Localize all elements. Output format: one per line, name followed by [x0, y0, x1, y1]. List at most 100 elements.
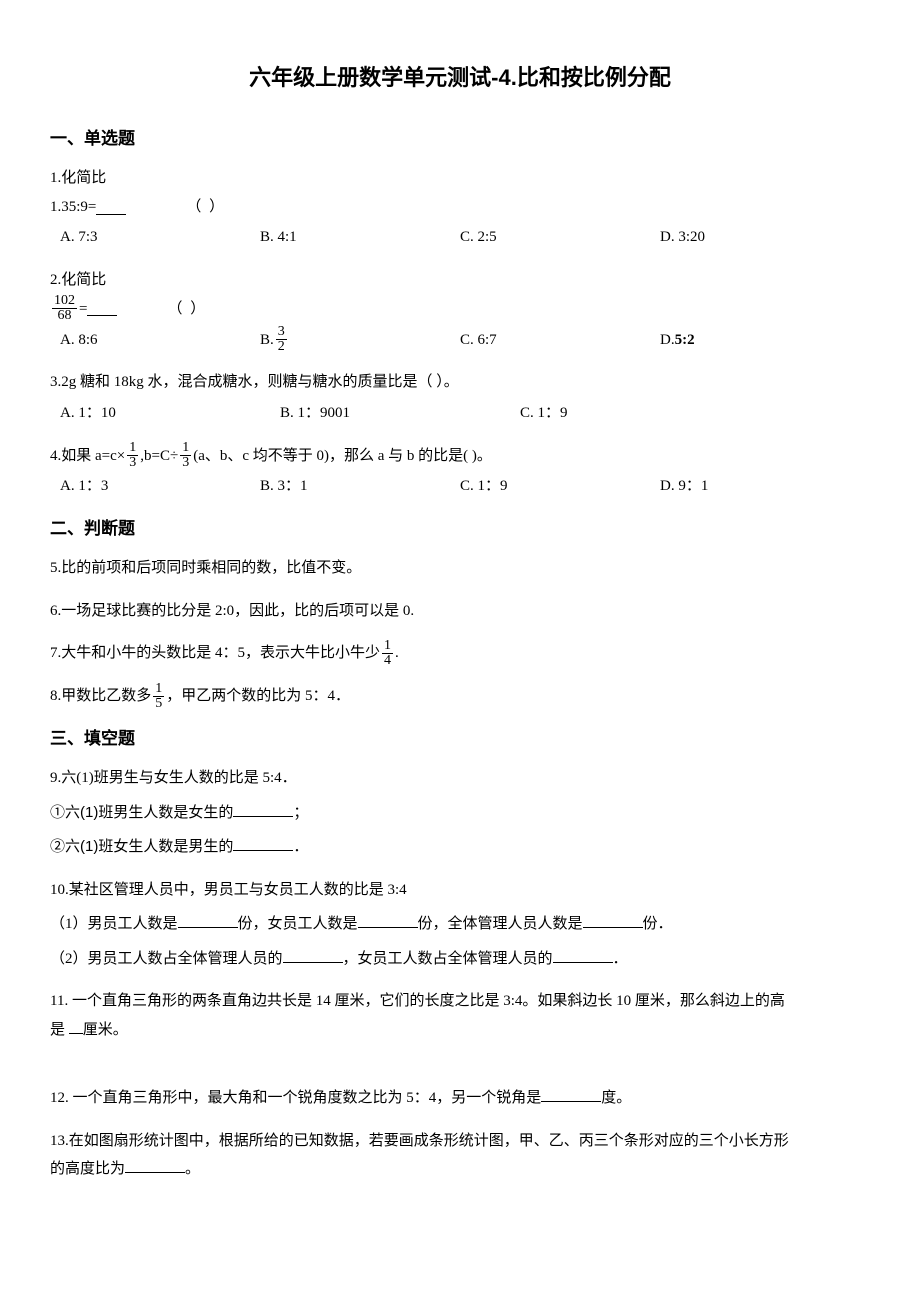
q9-sub2-pre: ②六(1)班女生人数是男生的	[50, 838, 233, 855]
frac-den: 3	[180, 456, 191, 470]
frac-den: 68	[56, 309, 74, 323]
q3-opt-a: A. 1：10	[60, 399, 280, 428]
q3-opt-b: B. 1：9001	[280, 399, 520, 428]
q8-pre: 8.甲数比乙数多	[50, 682, 151, 711]
q1-opt-a: A. 7:3	[60, 223, 260, 252]
q13-line1: 13.在如图扇形统计图中，根据所给的已知数据，若要画成条形统计图，甲、乙、丙三个…	[50, 1127, 870, 1156]
q13-l2-pre: 的高度比为	[50, 1161, 125, 1177]
question-10: 10.某社区管理人员中，男员工与女员工人数的比是 3:4 （1）男员工人数是份，…	[50, 876, 870, 974]
blank	[178, 913, 238, 928]
frac-num: 1	[180, 441, 191, 456]
question-12: 12. 一个直角三角形中，最大角和一个锐角度数之比为 5：4，另一个锐角是度。	[50, 1084, 870, 1113]
q9-sub2: ②六(1)班女生人数是男生的 ．	[50, 833, 870, 862]
blank	[541, 1087, 601, 1102]
q10-s1d: 份．	[643, 916, 673, 932]
frac-num: 3	[276, 325, 287, 340]
question-5: 5.比的前项和后项同时乘相同的数，比值不变。	[50, 554, 870, 583]
q2-b-frac: 3 2	[276, 325, 287, 354]
blank	[358, 913, 418, 928]
blank	[283, 948, 343, 963]
question-13: 13.在如图扇形统计图中，根据所给的已知数据，若要画成条形统计图，甲、乙、丙三个…	[50, 1127, 870, 1184]
q7-pre: 7.大牛和小牛的头数比是 4：5，表示大牛比小牛少	[50, 639, 380, 668]
q9-sub1-post: ；	[293, 805, 308, 821]
q4-opt-d: D. 9：1	[660, 472, 860, 501]
question-4: 4.如果 a=c× 1 3 ,b=C÷ 1 3 (a、b、c 均不等于 0)，那…	[50, 441, 870, 501]
q1-opt-b: B. 4:1	[260, 223, 460, 252]
q8-frac: 1 5	[153, 682, 164, 711]
paren: （ ）	[186, 193, 226, 222]
question-9: 9.六(1)班男生与女生人数的比是 5:4． ①六(1)班男生人数是女生的； ②…	[50, 764, 870, 862]
q12-pre: 12. 一个直角三角形中，最大角和一个锐角度数之比为 5：4，另一个锐角是	[50, 1090, 541, 1106]
q10-s1c: 份，全体管理人员人数是	[418, 916, 583, 932]
q2-opt-c: C. 6:7	[460, 325, 660, 354]
q11-l2-post: 厘米。	[83, 1022, 128, 1038]
q7-post: .	[395, 639, 399, 668]
q4-options: A. 1：3 B. 3：1 C. 1：9 D. 9：1	[50, 472, 870, 501]
q11-l2-pre: 是	[50, 1022, 69, 1038]
blank	[87, 301, 117, 316]
q2-opt-d: D. 5:2	[660, 325, 860, 354]
blank	[553, 948, 613, 963]
q4-opt-c: C. 1：9	[460, 472, 660, 501]
frac-den: 2	[276, 340, 287, 354]
q1-expr: 1.35:9=	[50, 193, 96, 222]
frac-num: 102	[52, 294, 77, 309]
q2-d-val: 5:2	[675, 326, 695, 355]
q10-s1b: 份，女员工人数是	[238, 916, 358, 932]
blank	[233, 836, 293, 851]
paren: （ ）	[167, 295, 207, 324]
q3-text: 3.2g 糖和 18kg 水，混合成糖水，则糖与糖水的质量比是（ ）。	[50, 368, 870, 397]
q8-post: ，甲乙两个数的比为 5：4．	[166, 682, 350, 711]
q4-pre: 4.如果 a=c×	[50, 442, 125, 471]
q4-opt-a: A. 1：3	[60, 472, 260, 501]
blank	[96, 200, 126, 215]
blank	[583, 913, 643, 928]
frac-den: 5	[153, 697, 164, 711]
q3-options: A. 1：10 B. 1：9001 C. 1：9	[50, 399, 870, 428]
page-title: 六年级上册数学单元测试-4.比和按比例分配	[50, 60, 870, 95]
q13-l2-post: 。	[185, 1161, 200, 1177]
q7-frac: 1 4	[382, 639, 393, 668]
q4-mid: ,b=C÷	[140, 442, 178, 471]
q2-options: A. 8:6 B. 3 2 C. 6:7 D. 5:2	[50, 325, 870, 354]
q9-sub1: ①六(1)班男生人数是女生的；	[50, 799, 870, 828]
q10-s2c: ．	[613, 951, 628, 967]
q11-line1: 11. 一个直角三角形的两条直角边共长是 14 厘米，它们的长度之比是 3:4。…	[50, 987, 870, 1016]
q1-options: A. 7:3 B. 4:1 C. 2:5 D. 3:20	[50, 223, 870, 252]
question-3: 3.2g 糖和 18kg 水，混合成糖水，则糖与糖水的质量比是（ ）。 A. 1…	[50, 368, 870, 427]
q10-s1a: （1）男员工人数是	[50, 916, 178, 932]
q2-equals: =	[79, 295, 87, 324]
q9-sub2-post: ．	[293, 839, 308, 855]
q11-line2: 是 厘米。	[50, 1016, 870, 1045]
q1-text: 1.化简比	[50, 164, 870, 193]
q4-f1: 1 3	[127, 441, 138, 470]
q13-line2: 的高度比为 。	[50, 1155, 870, 1184]
q2-fraction: 102 68	[52, 294, 77, 323]
q2-b-prefix: B.	[260, 326, 274, 355]
section-1-header: 一、单选题	[50, 125, 870, 152]
q4-f2: 1 3	[180, 441, 191, 470]
q4-post: (a、b、c 均不等于 0)，那么 a 与 b 的比是( )。	[193, 442, 492, 471]
q1-opt-d: D. 3:20	[660, 223, 860, 252]
q1-expr-line: 1.35:9= （ ）	[50, 193, 870, 222]
q10-sub2: （2）男员工人数占全体管理人员的，女员工人数占全体管理人员的．	[50, 945, 870, 974]
q9-text: 9.六(1)班男生与女生人数的比是 5:4．	[50, 764, 870, 793]
question-11: 11. 一个直角三角形的两条直角边共长是 14 厘米，它们的长度之比是 3:4。…	[50, 987, 870, 1044]
q2-d-prefix: D.	[660, 326, 675, 355]
frac-num: 1	[127, 441, 138, 456]
q3-opt-c: C. 1：9	[520, 399, 720, 428]
q2-expr-line: 102 68 = （ ）	[50, 294, 870, 323]
q2-opt-a: A. 8:6	[60, 325, 260, 354]
q2-opt-b: B. 3 2	[260, 325, 460, 354]
section-3-header: 三、填空题	[50, 725, 870, 752]
question-8: 8.甲数比乙数多 1 5 ，甲乙两个数的比为 5：4．	[50, 682, 870, 711]
question-6: 6.一场足球比赛的比分是 2:0，因此，比的后项可以是 0.	[50, 597, 870, 626]
blank	[69, 1019, 83, 1034]
q10-s2a: （2）男员工人数占全体管理人员的	[50, 951, 283, 967]
q10-sub1: （1）男员工人数是 份，女员工人数是 份，全体管理人员人数是 份．	[50, 910, 870, 939]
frac-num: 1	[153, 682, 164, 697]
question-7: 7.大牛和小牛的头数比是 4：5，表示大牛比小牛少 1 4 .	[50, 639, 870, 668]
frac-den: 3	[127, 456, 138, 470]
q1-opt-c: C. 2:5	[460, 223, 660, 252]
frac-num: 1	[382, 639, 393, 654]
